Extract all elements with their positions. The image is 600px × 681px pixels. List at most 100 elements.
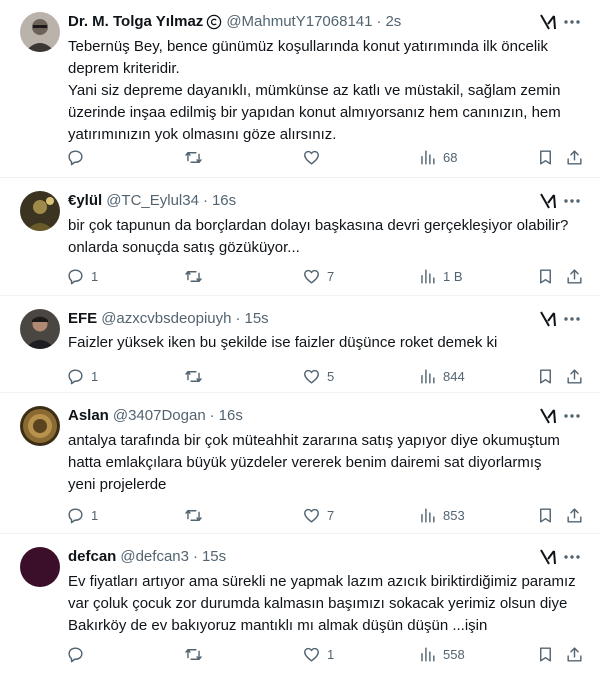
bar-chart-icon [421, 646, 435, 662]
avatar[interactable] [20, 309, 60, 349]
like-count: 1 [327, 646, 335, 662]
views-button[interactable]: 1 B [418, 259, 463, 293]
heart-icon [304, 369, 319, 384]
tweet-text-line: Yani siz depreme dayanıklı, mümkünse az … [68, 82, 561, 99]
views-button[interactable]: 558 [418, 637, 465, 671]
heart-icon [304, 508, 319, 523]
grok-icon[interactable] [538, 406, 558, 426]
bookmark-button[interactable] [536, 637, 555, 671]
bookmark-button[interactable] [536, 359, 555, 393]
timestamp[interactable]: 16s [219, 406, 243, 426]
more-options-icon[interactable] [562, 406, 582, 426]
avatar[interactable] [20, 12, 60, 52]
tweet[interactable]: Aslan @3407Dogan · 16s antalya tarafında… [0, 394, 600, 534]
more-options-icon[interactable] [562, 547, 582, 567]
reply-button[interactable]: 1 [66, 259, 98, 293]
share-button[interactable] [565, 259, 584, 293]
tweet[interactable]: €ylül @TC_Eylul34 · 16s bir çok tapunun … [0, 179, 600, 296]
retweet-button[interactable] [184, 498, 209, 532]
like-count: 7 [327, 507, 335, 523]
reply-button[interactable] [66, 637, 91, 671]
more-options-icon[interactable] [562, 191, 582, 211]
reply-button[interactable]: 1 [66, 498, 98, 532]
reply-icon [68, 268, 83, 284]
like-button[interactable]: 5 [302, 359, 334, 393]
bookmark-button[interactable] [536, 498, 555, 532]
reply-button[interactable]: 1 [66, 359, 98, 393]
bookmark-button[interactable] [536, 259, 555, 293]
tweet-header: Aslan @3407Dogan · 16s [68, 406, 510, 426]
tweet-text-line: antalya tarafında bir çok müteahhit zara… [68, 432, 560, 449]
like-count: 7 [327, 268, 335, 284]
grok-icon[interactable] [538, 547, 558, 567]
retweet-button[interactable] [184, 637, 209, 671]
author-name[interactable]: Dr. M. Tolga Yılmaz [68, 12, 203, 32]
view-count: 1 B [443, 268, 463, 284]
retweet-button[interactable] [184, 140, 209, 174]
reply-icon [68, 646, 83, 662]
tweet-header: €ylül @TC_Eylul34 · 16s [68, 191, 510, 211]
retweet-button[interactable] [184, 259, 209, 293]
tweet-text: bir çok tapunun da borçlardan dolayı baş… [68, 215, 580, 259]
tweet-header: EFE @azxcvbsdeopiuyh · 15s [68, 309, 510, 329]
more-options-icon[interactable] [562, 12, 582, 32]
more-options-icon[interactable] [562, 309, 582, 329]
tweet[interactable]: Dr. M. Tolga Yılmaz @MahmutY17068141 · 2… [0, 0, 600, 178]
bookmark-button[interactable] [536, 140, 555, 174]
views-button[interactable]: 844 [418, 359, 465, 393]
like-button[interactable] [302, 140, 327, 174]
reply-icon [68, 507, 83, 523]
share-button[interactable] [565, 498, 584, 532]
author-handle[interactable]: @MahmutY17068141 [226, 12, 372, 32]
like-button[interactable]: 1 [302, 637, 334, 671]
timestamp[interactable]: 16s [212, 191, 236, 211]
author-handle[interactable]: @3407Dogan [113, 406, 206, 426]
author-handle[interactable]: @defcan3 [120, 547, 189, 567]
like-count: 5 [327, 368, 335, 384]
separator-dot: · [202, 192, 208, 209]
share-button[interactable] [565, 140, 584, 174]
grok-icon[interactable] [538, 191, 558, 211]
retweet-icon [185, 370, 202, 382]
separator-dot: · [209, 407, 215, 424]
views-button[interactable]: 853 [418, 498, 465, 532]
timestamp[interactable]: 15s [245, 309, 269, 329]
author-name[interactable]: €ylül [68, 191, 102, 211]
tweet[interactable]: defcan @defcan3 · 15s Ev fiyatları artıy… [0, 535, 600, 681]
bar-chart-icon [421, 268, 435, 284]
bookmark-icon [540, 268, 551, 284]
reply-count: 1 [91, 507, 99, 523]
tweet-header: Dr. M. Tolga Yılmaz @MahmutY17068141 · 2… [68, 12, 510, 32]
tweet-text-line: Faizler yüksek iken bu şekilde ise faizl… [68, 334, 498, 351]
view-count: 68 [443, 149, 458, 165]
bookmark-icon [540, 507, 551, 523]
timestamp[interactable]: 15s [202, 547, 226, 567]
separator-dot: · [192, 548, 198, 565]
avatar[interactable] [20, 406, 60, 446]
tweet-header: defcan @defcan3 · 15s [68, 547, 510, 567]
like-button[interactable]: 7 [302, 498, 334, 532]
grok-icon[interactable] [538, 309, 558, 329]
action-bar: 1 7 853 [60, 498, 590, 532]
author-name[interactable]: EFE [68, 309, 97, 329]
avatar[interactable] [20, 191, 60, 231]
share-icon [567, 507, 582, 523]
reply-button[interactable] [66, 140, 91, 174]
author-handle[interactable]: @TC_Eylul34 [106, 191, 199, 211]
timestamp[interactable]: 2s [385, 12, 401, 32]
grok-icon[interactable] [538, 12, 558, 32]
views-button[interactable]: 68 [418, 140, 457, 174]
author-handle[interactable]: @azxcvbsdeopiuyh [101, 309, 231, 329]
author-name[interactable]: Aslan [68, 406, 109, 426]
retweet-button[interactable] [184, 359, 209, 393]
share-button[interactable] [565, 359, 584, 393]
share-button[interactable] [565, 637, 584, 671]
like-button[interactable]: 7 [302, 259, 334, 293]
tweet-text-line: yeni projelerde [68, 476, 167, 493]
action-bar: 1 558 [60, 637, 590, 671]
avatar[interactable] [20, 547, 60, 587]
author-name[interactable]: defcan [68, 547, 116, 567]
share-icon [567, 149, 582, 165]
tweet[interactable]: EFE @azxcvbsdeopiuyh · 15s Faizler yükse… [0, 297, 600, 393]
tweet-text-line: Ev fiyatları artıyor ama sürekli ne yapm… [68, 573, 576, 590]
